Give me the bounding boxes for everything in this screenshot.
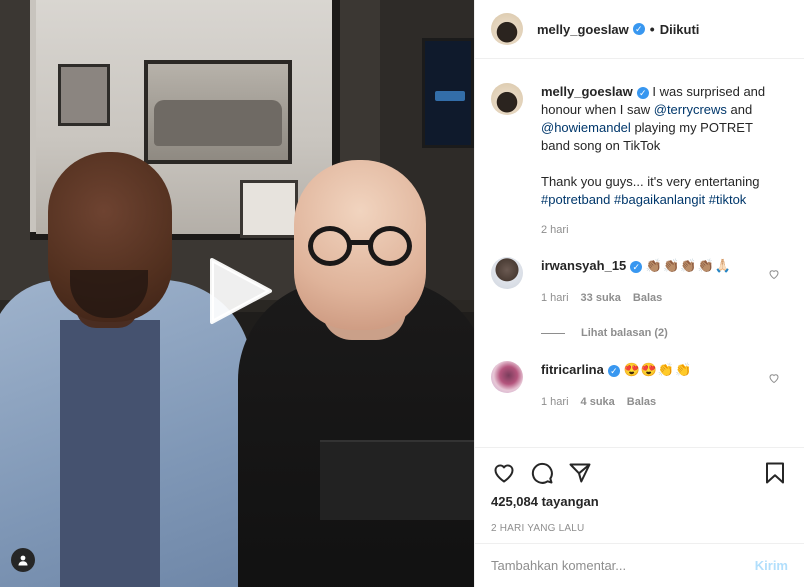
video-player[interactable] [0, 0, 474, 587]
view-replies-label: Lihat balasan (2) [581, 327, 668, 339]
comment-likes[interactable]: 33 suka [581, 289, 621, 307]
post-modal: melly_goeslaw ✓ • Diikuti melly_goeslaw ✓… [0, 0, 804, 587]
replies-divider [541, 332, 565, 334]
hashtag-link[interactable]: #tiktok [709, 192, 747, 207]
reply-button[interactable]: Balas [627, 393, 656, 411]
heart-icon[interactable] [491, 460, 517, 486]
verified-badge-icon: ✓ [636, 86, 649, 99]
commenter-username[interactable]: fitricarlina [541, 362, 604, 377]
mention-link[interactable]: @terrycrews [654, 102, 727, 117]
caption-text-part: Thank you guys... it's very entertaning [541, 174, 760, 189]
comment-likes[interactable]: 4 suka [581, 393, 615, 411]
hashtag-link[interactable]: #bagaikanlangit [614, 192, 705, 207]
verified-badge-icon: ✓ [632, 23, 645, 35]
verified-badge-icon: ✓ [607, 364, 620, 377]
heart-icon[interactable] [768, 371, 782, 385]
post-timestamp[interactable]: 2 HARI YANG LALU [491, 523, 788, 534]
add-comment-bar: Kirim [475, 543, 804, 587]
comment-icon[interactable] [529, 460, 555, 486]
post-actions: 425,084 tayangan 2 HARI YANG LALU [475, 447, 804, 543]
caption-username[interactable]: melly_goeslaw [541, 84, 633, 99]
comments-list[interactable]: melly_goeslaw ✓ I was surprised and honou… [475, 59, 804, 447]
view-replies-button[interactable]: Lihat balasan (2) [541, 327, 788, 339]
share-icon[interactable] [567, 460, 593, 486]
author-username[interactable]: melly_goeslaw [537, 22, 629, 37]
author-avatar[interactable] [491, 13, 523, 45]
comment-text: 👏🏽👏🏽👏🏽👏🏽🙏🏻 [645, 258, 732, 273]
caption-timestamp[interactable]: 2 hari [541, 221, 779, 239]
view-count[interactable]: 425,084 tayangan [491, 494, 788, 509]
comment-timestamp[interactable]: 1 hari [541, 393, 569, 411]
comment-timestamp[interactable]: 1 hari [541, 289, 569, 307]
reply-button[interactable]: Balas [633, 289, 662, 307]
post-comment-button[interactable]: Kirim [755, 558, 788, 573]
heart-icon[interactable] [768, 267, 782, 281]
comment-input[interactable] [491, 558, 747, 573]
following-button[interactable]: Diikuti [660, 22, 700, 37]
caption: melly_goeslaw ✓ I was surprised and honou… [491, 83, 788, 239]
comment-text: 😍😍👏👏 [623, 362, 693, 377]
play-icon[interactable] [204, 256, 274, 326]
comment-item: irwansyah_15 ✓ 👏🏽👏🏽👏🏽👏🏽🙏🏻 1 hari 33 suka … [491, 257, 788, 307]
verified-badge-icon: ✓ [630, 260, 643, 273]
post-details-panel: melly_goeslaw ✓ • Diikuti melly_goeslaw ✓… [474, 0, 804, 587]
comment-item: fitricarlina ✓ 😍😍👏👏 1 hari 4 suka Balas [491, 361, 788, 411]
tagged-user-icon[interactable] [11, 548, 35, 572]
commenter-avatar[interactable] [491, 361, 523, 393]
post-header: melly_goeslaw ✓ • Diikuti [475, 0, 804, 59]
hashtag-link[interactable]: #potretband [541, 192, 610, 207]
commenter-avatar[interactable] [491, 257, 523, 289]
separator-dot: • [649, 21, 655, 37]
bookmark-icon[interactable] [762, 460, 788, 486]
caption-text-part: and [730, 102, 753, 117]
mention-link[interactable]: @howiemandel [541, 120, 631, 135]
caption-avatar[interactable] [491, 83, 523, 115]
commenter-username[interactable]: irwansyah_15 [541, 258, 626, 273]
